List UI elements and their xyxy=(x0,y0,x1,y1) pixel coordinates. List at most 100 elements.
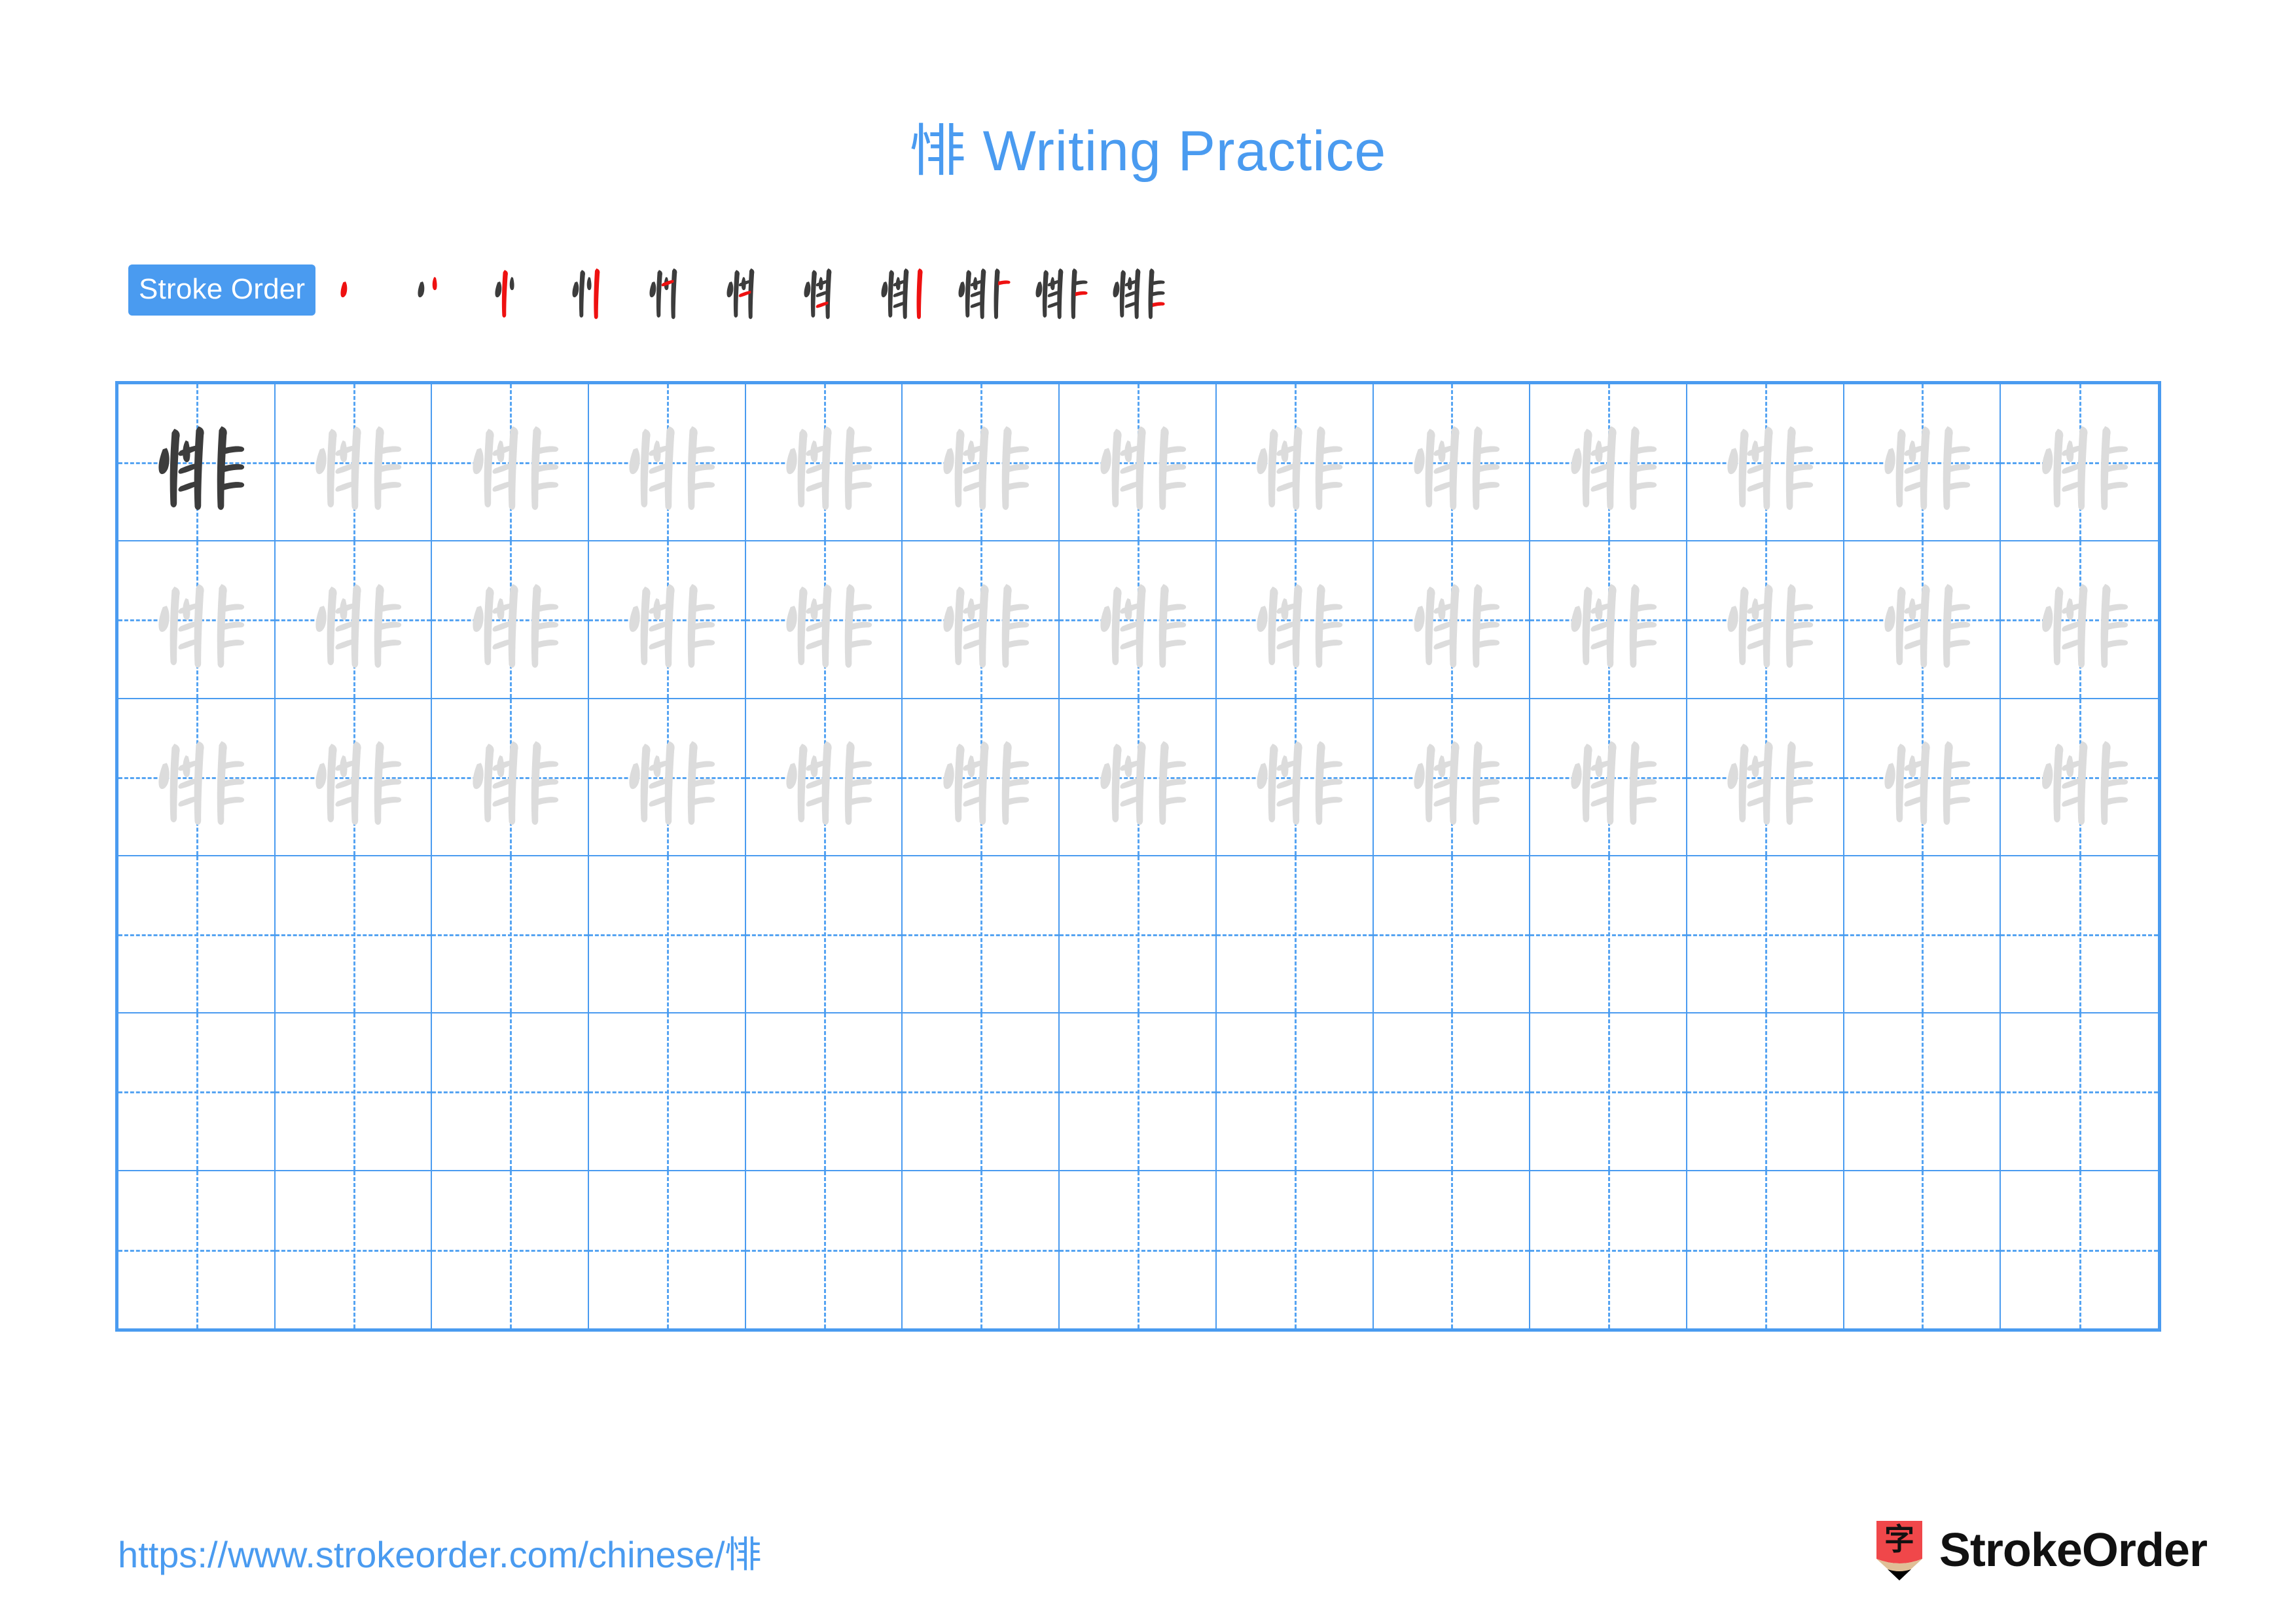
practice-cell-r1-c3[interactable] xyxy=(432,384,590,542)
practice-cell-r5-c2[interactable] xyxy=(275,1013,433,1171)
trace-character xyxy=(2001,384,2158,540)
practice-cell-r4-c8[interactable] xyxy=(1216,856,1374,1014)
practice-cell-r6-c13[interactable] xyxy=(2001,1171,2158,1328)
practice-cell-r3-c2[interactable] xyxy=(275,699,433,856)
practice-cell-r6-c9[interactable] xyxy=(1373,1171,1531,1328)
practice-cell-r2-c5[interactable] xyxy=(745,541,903,699)
practice-cell-r5-c9[interactable] xyxy=(1373,1013,1531,1171)
practice-cell-r1-c1[interactable] xyxy=(118,384,276,542)
practice-cell-r4-c2[interactable] xyxy=(275,856,433,1014)
practice-cell-r4-c1[interactable] xyxy=(118,856,276,1014)
practice-cell-r2-c10[interactable] xyxy=(1530,541,1687,699)
practice-cell-r5-c5[interactable] xyxy=(745,1013,903,1171)
practice-cell-r4-c5[interactable] xyxy=(745,856,903,1014)
practice-cell-r2-c4[interactable] xyxy=(589,541,746,699)
brand-logo[interactable]: 字 StrokeOrder xyxy=(1874,1511,2208,1590)
practice-cell-r6-c5[interactable] xyxy=(745,1171,903,1328)
stroke-order-section: Stroke Order xyxy=(128,254,1174,326)
practice-cell-r4-c9[interactable] xyxy=(1373,856,1531,1014)
practice-cell-r5-c12[interactable] xyxy=(1844,1013,2001,1171)
practice-cell-r6-c2[interactable] xyxy=(275,1171,433,1328)
trace-character xyxy=(1060,541,1215,697)
practice-cell-r4-c12[interactable] xyxy=(1844,856,2001,1014)
practice-cell-r2-c2[interactable] xyxy=(275,541,433,699)
practice-cell-r3-c11[interactable] xyxy=(1687,699,1844,856)
practice-cell-r5-c10[interactable] xyxy=(1530,1013,1687,1171)
practice-cell-r5-c6[interactable] xyxy=(903,1013,1060,1171)
practice-cell-r3-c12[interactable] xyxy=(1844,699,2001,856)
practice-cell-r2-c11[interactable] xyxy=(1687,541,1844,699)
svg-text:字: 字 xyxy=(1884,1522,1914,1557)
practice-cell-r6-c12[interactable] xyxy=(1844,1171,2001,1328)
practice-cell-r1-c13[interactable] xyxy=(2001,384,2158,542)
practice-cell-r4-c7[interactable] xyxy=(1060,856,1217,1014)
stroke-step-4 xyxy=(556,251,634,329)
trace-character xyxy=(589,699,745,855)
stroke-step-9 xyxy=(942,251,1020,329)
practice-cell-r5-c7[interactable] xyxy=(1060,1013,1217,1171)
practice-cell-r3-c13[interactable] xyxy=(2001,699,2158,856)
trace-character xyxy=(2001,541,2158,697)
stroke-order-badge: Stroke Order xyxy=(128,264,316,316)
practice-cell-r6-c7[interactable] xyxy=(1060,1171,1217,1328)
practice-cell-r2-c8[interactable] xyxy=(1216,541,1374,699)
practice-cell-r6-c8[interactable] xyxy=(1216,1171,1374,1328)
practice-cell-r1-c8[interactable] xyxy=(1216,384,1374,542)
practice-cell-r3-c1[interactable] xyxy=(118,699,276,856)
practice-cell-r1-c11[interactable] xyxy=(1687,384,1844,542)
practice-cell-r5-c1[interactable] xyxy=(118,1013,276,1171)
model-character xyxy=(118,384,274,540)
practice-cell-r5-c8[interactable] xyxy=(1216,1013,1374,1171)
footer-url[interactable]: https://www.strokeorder.com/chinese/悱 xyxy=(118,1525,762,1578)
practice-cell-r2-c3[interactable] xyxy=(432,541,590,699)
practice-cell-r6-c11[interactable] xyxy=(1687,1171,1844,1328)
practice-cell-r1-c5[interactable] xyxy=(745,384,903,542)
practice-cell-r4-c11[interactable] xyxy=(1687,856,1844,1014)
trace-character xyxy=(1687,384,1843,540)
practice-cell-r4-c4[interactable] xyxy=(589,856,746,1014)
practice-cell-r1-c9[interactable] xyxy=(1373,384,1531,542)
practice-cell-r6-c4[interactable] xyxy=(589,1171,746,1328)
trace-character xyxy=(1687,541,1843,697)
trace-character xyxy=(1374,384,1530,540)
practice-cell-r1-c4[interactable] xyxy=(589,384,746,542)
stroke-order-steps xyxy=(325,251,1174,329)
practice-cell-r4-c6[interactable] xyxy=(903,856,1060,1014)
practice-cell-r2-c1[interactable] xyxy=(118,541,276,699)
practice-cell-r6-c3[interactable] xyxy=(432,1171,590,1328)
practice-cell-r3-c5[interactable] xyxy=(745,699,903,856)
practice-cell-r3-c9[interactable] xyxy=(1373,699,1531,856)
practice-cell-r4-c3[interactable] xyxy=(432,856,590,1014)
practice-cell-r6-c6[interactable] xyxy=(903,1171,1060,1328)
practice-cell-r3-c4[interactable] xyxy=(589,699,746,856)
practice-cell-r3-c3[interactable] xyxy=(432,699,590,856)
practice-cell-r3-c6[interactable] xyxy=(903,699,1060,856)
practice-cell-r1-c10[interactable] xyxy=(1530,384,1687,542)
practice-cell-r1-c12[interactable] xyxy=(1844,384,2001,542)
trace-character xyxy=(1844,541,2000,697)
practice-cell-r3-c7[interactable] xyxy=(1060,699,1217,856)
practice-cell-r5-c4[interactable] xyxy=(589,1013,746,1171)
practice-cell-r4-c10[interactable] xyxy=(1530,856,1687,1014)
trace-character xyxy=(746,699,902,855)
practice-cell-r2-c9[interactable] xyxy=(1373,541,1531,699)
practice-cell-r3-c10[interactable] xyxy=(1530,699,1687,856)
practice-cell-r5-c13[interactable] xyxy=(2001,1013,2158,1171)
practice-cell-r6-c10[interactable] xyxy=(1530,1171,1687,1328)
trace-character xyxy=(1374,541,1530,697)
practice-cell-r2-c7[interactable] xyxy=(1060,541,1217,699)
practice-cell-r2-c6[interactable] xyxy=(903,541,1060,699)
trace-character xyxy=(1844,384,2000,540)
practice-cell-r5-c3[interactable] xyxy=(432,1013,590,1171)
practice-cell-r1-c2[interactable] xyxy=(275,384,433,542)
practice-cell-r4-c13[interactable] xyxy=(2001,856,2158,1014)
stroke-step-8 xyxy=(865,251,942,329)
practice-cell-r5-c11[interactable] xyxy=(1687,1013,1844,1171)
practice-cell-r3-c8[interactable] xyxy=(1216,699,1374,856)
practice-cell-r1-c6[interactable] xyxy=(903,384,1060,542)
practice-cell-r1-c7[interactable] xyxy=(1060,384,1217,542)
practice-cell-r6-c1[interactable] xyxy=(118,1171,276,1328)
practice-cell-r2-c13[interactable] xyxy=(2001,541,2158,699)
practice-cell-r2-c12[interactable] xyxy=(1844,541,2001,699)
brand-name: StrokeOrder xyxy=(1939,1524,2208,1577)
